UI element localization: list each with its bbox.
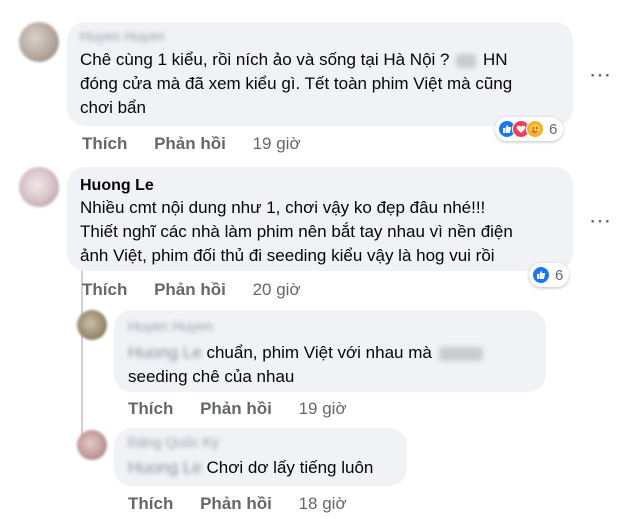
like-button[interactable]: Thích [128,494,173,514]
comment-text-line: Chê cùng 1 kiểu, rồi ních ảo và sống tại… [80,50,450,69]
reply-text: Huong Le chuẩn, phim Việt với nhau mà [128,341,485,365]
comment-bubble: Huyen Huyen Chê cùng 1 kiểu, rồi ních ảo… [67,22,573,126]
mention-link[interactable]: Huong Le [128,343,202,362]
reply-text-line: Chơi dơ lấy tiếng luôn [206,458,374,477]
comment-text-line: chơi bẩn [80,98,146,117]
comment-text: Chê cùng 1 kiểu, rồi ních ảo và sống tại… [80,48,508,72]
redacted-text [438,346,483,361]
redacted-text [456,53,477,68]
reply-text-line: seeding chê của nhau [128,367,295,386]
timestamp[interactable]: 19 giờ [253,134,301,154]
reply-text-line: chuẩn, phim Việt với nhau mà [206,343,432,362]
comment-bubble: Huong Le Nhiều cmt nội dung như 1, chơi … [67,167,573,271]
avatar[interactable] [19,22,59,62]
comment-actions: Thích Phản hồi 20 giờ [82,280,323,300]
reply-actions: Thích Phản hồi 18 giờ [128,494,369,514]
like-button[interactable]: Thích [82,280,127,300]
mention-link[interactable]: Huong Le [128,458,202,477]
like-button[interactable]: Thích [82,134,127,154]
reply-bubble: Huyen Huyen Huong Le chuẩn, phim Việt vớ… [114,310,546,392]
like-button[interactable]: Thích [128,399,173,419]
comment-text-line: Nhiều cmt nội dung như 1, chơi vậy ko đẹ… [80,198,486,217]
reply-bubble: Đặng Quốc Kỳ Huong Le Chơi dơ lấy tiếng … [114,428,407,486]
comment-author[interactable]: Huong Le [80,177,154,195]
avatar[interactable] [77,430,107,460]
reply-author[interactable]: Đặng Quốc Kỳ [128,434,219,450]
avatar[interactable] [77,310,107,340]
reply-button[interactable]: Phản hồi [200,399,272,419]
like-reaction-icon [532,266,550,284]
comment-actions: Thích Phản hồi 19 giờ [82,134,323,154]
comment-author[interactable]: Huyen Huyen [80,28,165,44]
comment-text-line: HN [482,50,508,69]
timestamp[interactable]: 19 giờ [299,399,347,419]
avatar[interactable] [19,167,59,207]
comment-text-line: Thiết nghĩ các nhà làm phim nên bắt tay … [80,222,513,241]
reaction-summary[interactable]: 6 [529,263,570,287]
timestamp[interactable]: 18 giờ [299,494,347,514]
comment-text-line: đóng cửa mà đã xem kiểu gì. Tết toàn phi… [80,74,513,93]
reply-button[interactable]: Phản hồi [154,134,226,154]
timestamp[interactable]: 20 giờ [253,280,301,300]
reaction-count: 6 [555,266,564,284]
reply-button[interactable]: Phản hồi [200,494,272,514]
comment-text-line: ảnh Việt, phim đối thủ đi seeding kiểu v… [80,246,495,265]
reply-author[interactable]: Huyen Huyen [128,318,213,334]
reaction-count: 6 [549,120,558,138]
reply-text: Huong Le Chơi dơ lấy tiếng luôn [128,456,373,480]
more-options-icon[interactable]: ⋯ [588,210,612,238]
more-options-icon[interactable]: ⋯ [588,64,612,92]
care-reaction-icon [526,120,544,138]
reaction-summary[interactable]: 6 [495,117,564,141]
reply-actions: Thích Phản hồi 19 giờ [128,399,369,419]
reply-button[interactable]: Phản hồi [154,280,226,300]
